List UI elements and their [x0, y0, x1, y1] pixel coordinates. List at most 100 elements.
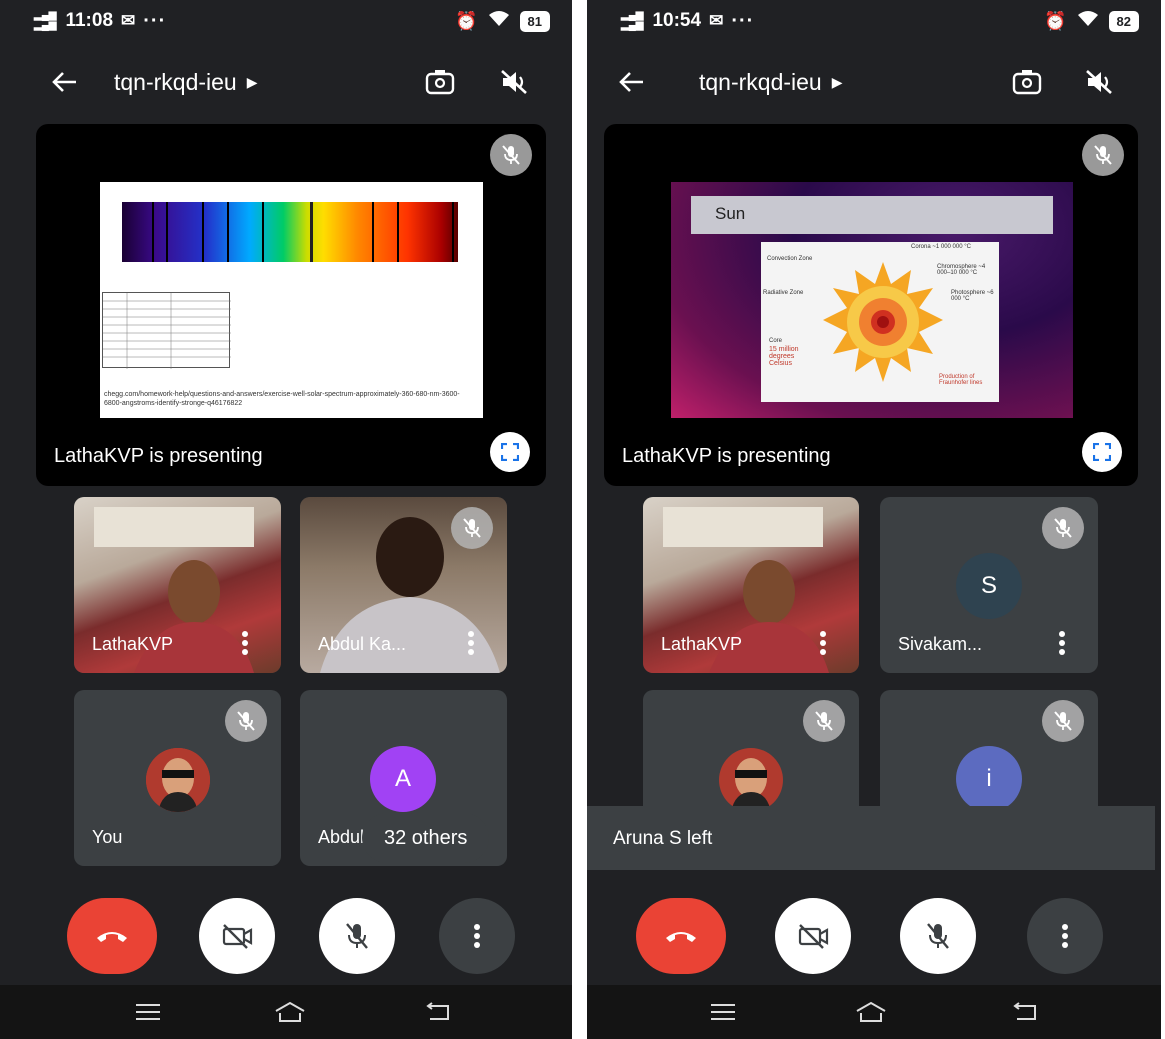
home-nav-button[interactable]: [270, 997, 310, 1027]
battery-icon: 81: [519, 10, 550, 32]
speaker-off-icon: [1086, 70, 1112, 94]
fullscreen-button[interactable]: [1082, 432, 1122, 472]
participant-name: LathaKVP: [92, 634, 174, 654]
participant-name: You: [92, 827, 123, 847]
message-icon: ✉: [709, 11, 724, 30]
call-controls: [0, 898, 572, 978]
mic-off-badge: [1042, 700, 1084, 742]
switch-camera-button[interactable]: [1003, 58, 1051, 106]
arrow-left-icon: [619, 72, 643, 92]
mic-off-icon: [1054, 518, 1072, 538]
mic-off-icon: [1094, 145, 1112, 165]
end-call-button[interactable]: [67, 898, 157, 974]
meeting-code: tqn-rkqd-ieu: [699, 68, 822, 95]
participant-name: Abdul: [318, 827, 365, 847]
home-nav-button[interactable]: [851, 997, 891, 1027]
participant-more-button[interactable]: [233, 629, 257, 657]
avatar-initial: A: [370, 746, 436, 812]
back-button[interactable]: [601, 51, 663, 113]
participant-tile-self[interactable]: You: [74, 690, 281, 866]
phone-hangup-icon: [97, 932, 127, 942]
camera-toggle-button[interactable]: [199, 898, 275, 974]
corona-label: Corona ~1 000 000 °C: [911, 244, 971, 250]
menu-icon: [136, 1004, 160, 1020]
convection-zone-label: Convection Zone: [767, 256, 813, 262]
slide-title: Sun: [691, 196, 1053, 234]
core-temperature-label: 15 million degrees Celsius: [769, 346, 799, 367]
more-options-button[interactable]: [439, 898, 515, 974]
status-bar: ▂▄▆ ▂▄▆ 11:08 ✉ ··· ⏰ 81: [0, 0, 572, 42]
camera-toggle-button[interactable]: [775, 898, 851, 974]
message-icon: ✉: [121, 11, 136, 30]
radiative-zone-label: Radiative Zone: [763, 290, 804, 296]
end-call-button[interactable]: [636, 898, 726, 974]
status-bar: ▂▄▆ ▂▄▆ 10:54 ✉ ··· ⏰ 82: [587, 0, 1161, 42]
presenting-label: LathaKVP is presenting: [54, 445, 263, 467]
slide-source-url: chegg.com/homework-help/questions-and-an…: [104, 391, 460, 407]
home-icon: [856, 1001, 886, 1022]
mic-off-icon: [346, 923, 368, 949]
meet-screen-right: ▂▄▆▂▄▆ 10:54 ✉ ··· ⏰ 82 tqn-rkqd-ieu ▶: [587, 0, 1161, 1039]
presentation-tile[interactable]: Sun Corona ~1 000 000 °C Chromosphere ~4…: [604, 124, 1138, 486]
alarm-icon: ⏰: [1044, 10, 1067, 31]
speaker-off-button[interactable]: [1075, 58, 1123, 106]
more-vert-icon: [242, 631, 248, 655]
camera-off-icon: [798, 924, 829, 949]
home-icon: [275, 1001, 305, 1022]
back-icon: [426, 1002, 449, 1020]
meeting-code-button[interactable]: tqn-rkqd-ieu ▶: [699, 69, 843, 96]
switch-camera-button[interactable]: [416, 58, 464, 106]
participant-tile[interactable]: LathaKVP: [74, 497, 281, 673]
avatar-initial: S: [956, 553, 1022, 619]
back-icon: [1013, 1002, 1036, 1020]
status-time: 11:08: [65, 10, 114, 31]
participant-name: Sivakam...: [898, 634, 983, 654]
back-nav-button[interactable]: [418, 997, 458, 1027]
menu-nav-button[interactable]: [128, 997, 168, 1027]
more-notifications-icon: ···: [731, 9, 755, 32]
presenting-label: LathaKVP is presenting: [622, 445, 831, 467]
menu-nav-button[interactable]: [703, 997, 743, 1027]
presentation-tile[interactable]: chegg.com/homework-help/questions-and-an…: [36, 124, 546, 486]
sun-illustration: [823, 262, 943, 382]
wifi-icon: [488, 10, 510, 33]
mic-toggle-button[interactable]: [900, 898, 976, 974]
more-vert-icon: [474, 924, 480, 948]
participant-left-toast: Aruna S left: [587, 806, 1155, 870]
fullscreen-button[interactable]: [490, 432, 530, 472]
mic-off-icon: [927, 923, 949, 949]
more-vert-icon: [468, 631, 474, 655]
sun-diagram: Corona ~1 000 000 °C Chromosphere ~4 000…: [761, 242, 999, 402]
arrow-left-icon: [52, 72, 76, 92]
participant-more-button[interactable]: [459, 629, 483, 657]
signal-icon: ▂▄▆ ▂▄▆: [34, 10, 57, 31]
participant-tile[interactable]: Abdul Ka...: [300, 497, 507, 673]
status-time: 10:54: [652, 10, 702, 31]
system-nav-bar: [0, 985, 572, 1039]
others-count-chip[interactable]: 32 others: [362, 813, 490, 863]
mic-off-icon: [463, 518, 481, 538]
back-button[interactable]: [34, 51, 96, 113]
meeting-topbar: tqn-rkqd-ieu ▶: [0, 42, 572, 122]
phone-hangup-icon: [666, 932, 696, 942]
more-vert-icon: [1062, 924, 1068, 948]
signal-icon: ▂▄▆ ▂▄▆: [621, 10, 644, 31]
mic-off-icon: [1054, 711, 1072, 731]
mic-off-badge: [451, 507, 493, 549]
participant-more-button[interactable]: [1050, 629, 1074, 657]
mic-off-badge: [1082, 134, 1124, 176]
camera-off-icon: [222, 924, 253, 949]
mic-toggle-button[interactable]: [319, 898, 395, 974]
back-nav-button[interactable]: [1005, 997, 1045, 1027]
solar-spectrum-image: [122, 202, 458, 262]
more-notifications-icon: ···: [143, 9, 167, 32]
more-options-button[interactable]: [1027, 898, 1103, 974]
alarm-icon: ⏰: [455, 10, 478, 31]
meeting-code-button[interactable]: tqn-rkqd-ieu ▶: [114, 69, 258, 96]
participant-tile[interactable]: S Sivakam...: [880, 497, 1098, 673]
participant-tile[interactable]: LathaKVP: [643, 497, 859, 673]
mic-off-icon: [815, 711, 833, 731]
mic-off-icon: [237, 711, 255, 731]
speaker-off-button[interactable]: [490, 58, 538, 106]
participant-more-button[interactable]: [811, 629, 835, 657]
